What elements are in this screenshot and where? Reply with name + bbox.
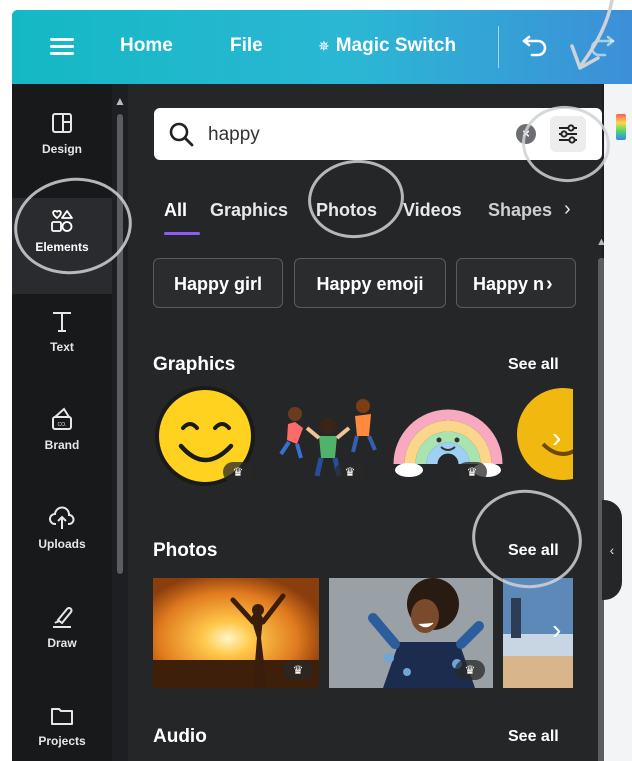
editor-frame: Home File ✵ Magic Switch Design Elements … (12, 10, 632, 761)
topbar-divider (498, 26, 499, 68)
chip-happy-emoji[interactable]: Happy emoji (294, 258, 446, 308)
magic-switch-button[interactable]: ✵ Magic Switch (318, 35, 456, 57)
top-bar: Home File ✵ Magic Switch (12, 10, 632, 84)
premium-crown-icon: ♛ (455, 660, 485, 680)
brand-icon: CO. (52, 407, 72, 430)
laughing-woman-photo[interactable]: ♛ (329, 578, 493, 688)
draw-icon (53, 607, 73, 628)
chip-happy-n[interactable]: Happy n › (456, 258, 576, 308)
file-menu-button[interactable]: File (230, 35, 263, 57)
premium-crown-icon: ♛ (457, 462, 487, 482)
sunset-woman-photo[interactable]: ♛ (153, 578, 319, 688)
premium-crown-icon: ♛ (283, 660, 313, 680)
audio-section-title: Audio (153, 726, 207, 747)
tab-all[interactable]: All (164, 200, 187, 221)
magic-wand-icon: ✵ (318, 38, 330, 54)
home-button[interactable]: Home (120, 35, 173, 57)
sidebar-item-uploads[interactable]: Uploads (12, 503, 112, 593)
happy-kids-graphic[interactable]: ♛ (273, 384, 383, 494)
text-icon (53, 312, 71, 332)
sidebar-item-draw[interactable]: Draw (12, 602, 112, 692)
graphics-results-row: ♛ ♛ ♛ (153, 384, 573, 496)
magic-switch-label: Magic Switch (335, 35, 457, 56)
design-icon (52, 113, 72, 133)
emoji-graphic-partial[interactable] (513, 384, 573, 494)
chip-label: Happy n (473, 274, 545, 294)
elements-icon (51, 209, 73, 232)
tab-videos[interactable]: Videos (403, 200, 462, 221)
undo-icon[interactable] (520, 28, 550, 66)
chip-happy-girl[interactable]: Happy girl (153, 258, 283, 308)
audio-see-all-link[interactable]: See all (508, 728, 559, 746)
tabs-next-chevron-icon[interactable]: › (564, 198, 571, 221)
color-swatch-icon (616, 114, 626, 140)
chips-next-chevron-icon[interactable]: › (546, 273, 553, 295)
sidebar-item-design[interactable]: Design (12, 108, 112, 198)
graphics-next-arrow-icon[interactable]: › (552, 422, 561, 454)
sidebar-item-projects[interactable]: Projects (12, 700, 112, 761)
left-sidebar: Design Elements Text CO. Brand Uploads D… (12, 84, 112, 761)
canvas-area-edge (604, 84, 632, 761)
collapse-panel-button[interactable]: ‹ (602, 500, 622, 600)
active-tab-indicator (164, 232, 200, 235)
sidebar-item-label: Projects (38, 734, 86, 748)
sidebar-item-label: Draw (47, 636, 77, 650)
annotation-arrow-icon (570, 0, 614, 70)
sidebar-item-elements[interactable]: Elements (12, 198, 112, 294)
smiley-face-graphic[interactable]: ♛ (153, 384, 263, 494)
photos-next-arrow-icon[interactable]: › (552, 614, 561, 646)
tab-shapes[interactable]: Shapes (488, 200, 552, 221)
scroll-up-arrow-icon[interactable]: ▲ (114, 94, 126, 108)
sidebar-item-text[interactable]: Text (12, 306, 112, 396)
scrollbar-thumb[interactable] (117, 114, 123, 574)
hamburger-menu-icon[interactable] (50, 34, 74, 58)
sidebar-scrollbar[interactable]: ▲ (114, 94, 126, 594)
filter-tabs: All Graphics Photos Videos Shapes › (128, 186, 602, 236)
beach-photo-partial[interactable] (503, 578, 573, 688)
tab-graphics[interactable]: Graphics (210, 200, 288, 221)
filter-settings-icon[interactable] (550, 116, 586, 152)
suggestion-chips: Happy girl Happy emoji Happy n › (128, 258, 602, 314)
search-bar: × (154, 108, 602, 160)
sidebar-item-label: Brand (44, 438, 80, 452)
graphics-section-title: Graphics (153, 354, 236, 375)
smiling-rainbow-graphic[interactable]: ♛ (393, 384, 503, 494)
search-icon (169, 122, 194, 147)
premium-crown-icon: ♛ (335, 462, 365, 482)
sidebar-item-label: Uploads (38, 537, 86, 551)
tab-photos[interactable]: Photos (316, 200, 377, 221)
graphics-see-all-link[interactable]: See all (508, 356, 559, 374)
elements-panel: × All Graphics Photos Videos Shapes › Ha… (128, 84, 607, 761)
projects-icon (51, 708, 73, 725)
svg-text:CO.: CO. (58, 422, 67, 428)
photos-see-all-link[interactable]: See all (508, 542, 559, 560)
sidebar-item-label: Elements (35, 240, 89, 254)
premium-crown-icon: ♛ (223, 462, 253, 482)
sidebar-item-label: Text (50, 340, 74, 354)
photos-section-title: Photos (153, 540, 218, 561)
sidebar-item-label: Design (41, 142, 82, 156)
photos-results-row: ♛ ♛ (153, 578, 573, 690)
sidebar-item-brand[interactable]: CO. Brand (12, 404, 112, 494)
clear-search-icon[interactable]: × (516, 124, 536, 144)
search-input[interactable] (206, 118, 490, 152)
uploads-icon (49, 506, 75, 529)
